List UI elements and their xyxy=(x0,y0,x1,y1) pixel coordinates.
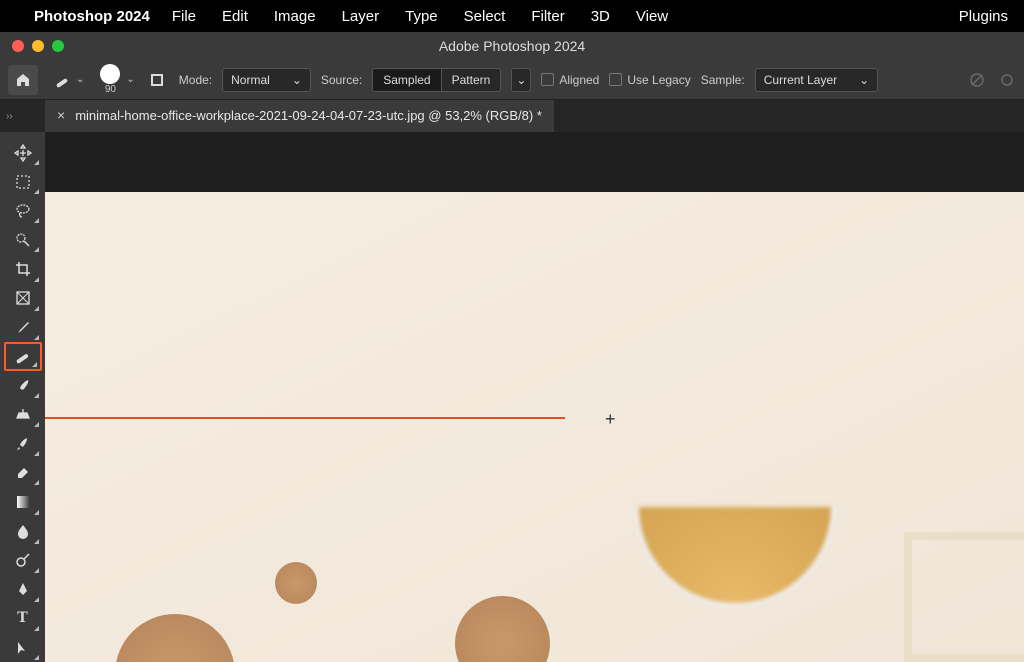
marquee-icon xyxy=(15,174,31,190)
tab-close-button[interactable]: × xyxy=(57,107,65,123)
image-object xyxy=(904,532,1024,662)
menu-file[interactable]: File xyxy=(172,8,196,25)
pen-tool[interactable] xyxy=(4,575,42,604)
healing-brush-tool[interactable] xyxy=(4,342,42,371)
aligned-label: Aligned xyxy=(559,73,599,87)
dodge-icon xyxy=(14,551,32,569)
toolbar: T xyxy=(0,132,45,662)
document-tab[interactable]: × minimal-home-office-workplace-2021-09-… xyxy=(45,100,554,132)
brush-preset-picker[interactable]: 90 xyxy=(100,64,120,95)
collapse-handle-icon[interactable]: ›› xyxy=(6,111,13,122)
image-object xyxy=(275,562,317,604)
menu-image[interactable]: Image xyxy=(274,8,316,25)
lasso-tool[interactable] xyxy=(4,196,42,225)
tool-preset-picker[interactable]: ⌄ xyxy=(48,69,90,91)
image-object xyxy=(635,507,835,607)
menu-edit[interactable]: Edit xyxy=(222,8,248,25)
healing-brush-icon xyxy=(14,347,32,365)
eyedropper-tool[interactable] xyxy=(4,313,42,342)
source-toggle-group: Sampled Pattern xyxy=(372,68,501,92)
healing-brush-icon xyxy=(54,71,72,89)
legacy-checkbox[interactable] xyxy=(609,73,622,86)
traffic-lights xyxy=(12,40,64,52)
image-object xyxy=(455,596,550,662)
clone-stamp-tool[interactable] xyxy=(4,400,42,429)
minimize-window-button[interactable] xyxy=(32,40,44,52)
menu-plugins[interactable]: Plugins xyxy=(959,8,1008,25)
aligned-checkbox[interactable] xyxy=(541,73,554,86)
mode-label: Mode: xyxy=(179,73,212,87)
marquee-tool[interactable] xyxy=(4,167,42,196)
source-pattern-button[interactable]: Pattern xyxy=(441,68,502,92)
pressure-size-icon[interactable] xyxy=(998,71,1016,89)
titlebar: Adobe Photoshop 2024 xyxy=(0,32,1024,60)
blur-tool[interactable] xyxy=(4,517,42,546)
source-label: Source: xyxy=(321,73,362,87)
quick-select-icon xyxy=(14,231,32,249)
type-tool[interactable]: T xyxy=(4,604,42,633)
window-title: Adobe Photoshop 2024 xyxy=(439,38,585,54)
mode-value: Normal xyxy=(231,73,270,87)
brush-panel-icon xyxy=(148,71,166,89)
quick-select-tool[interactable] xyxy=(4,225,42,254)
menu-view[interactable]: View xyxy=(636,8,668,25)
home-button[interactable] xyxy=(8,65,38,95)
source-sampled-button[interactable]: Sampled xyxy=(372,68,440,92)
app-name[interactable]: Photoshop 2024 xyxy=(34,8,150,25)
menubar: Photoshop 2024 File Edit Image Layer Typ… xyxy=(0,0,1024,32)
sample-label: Sample: xyxy=(701,73,745,87)
history-brush-tool[interactable] xyxy=(4,429,42,458)
gradient-tool[interactable] xyxy=(4,487,42,516)
path-select-tool[interactable] xyxy=(4,633,42,662)
legacy-label: Use Legacy xyxy=(627,73,690,87)
close-window-button[interactable] xyxy=(12,40,24,52)
path-select-icon xyxy=(15,640,31,656)
frame-icon xyxy=(15,290,31,306)
home-icon xyxy=(15,72,31,88)
menu-layer[interactable]: Layer xyxy=(342,8,380,25)
eraser-icon xyxy=(14,464,32,482)
crop-tool[interactable] xyxy=(4,254,42,283)
dodge-tool[interactable] xyxy=(4,546,42,575)
eraser-tool[interactable] xyxy=(4,458,42,487)
move-icon xyxy=(14,144,32,162)
sample-value: Current Layer xyxy=(764,73,837,87)
lasso-icon xyxy=(14,202,32,220)
sample-dropdown[interactable]: Current Layer xyxy=(755,68,878,92)
tabbar: ›› × minimal-home-office-workplace-2021-… xyxy=(0,100,1024,132)
move-tool[interactable] xyxy=(4,138,42,167)
tab-title: minimal-home-office-workplace-2021-09-24… xyxy=(75,108,542,123)
pattern-picker[interactable] xyxy=(511,68,531,92)
image-object xyxy=(115,614,235,662)
menu-3d[interactable]: 3D xyxy=(591,8,610,25)
crop-icon xyxy=(14,260,32,278)
brush-size-value: 90 xyxy=(105,84,116,95)
menu-select[interactable]: Select xyxy=(464,8,506,25)
mode-dropdown[interactable]: Normal xyxy=(222,68,311,92)
annotation-line xyxy=(45,417,565,419)
brush-settings-button[interactable] xyxy=(145,68,169,92)
options-bar: ⌄ 90 ⌄ Mode: Normal Source: Sampled Patt… xyxy=(0,60,1024,100)
brush-icon xyxy=(14,377,32,395)
cursor-crosshair-icon: + xyxy=(605,409,625,429)
blur-icon xyxy=(14,522,32,540)
maximize-window-button[interactable] xyxy=(52,40,64,52)
gradient-icon xyxy=(15,494,31,510)
frame-tool[interactable] xyxy=(4,284,42,313)
history-brush-icon xyxy=(14,435,32,453)
ignore-adjustment-icon[interactable] xyxy=(968,71,986,89)
menu-type[interactable]: Type xyxy=(405,8,438,25)
brush-tool[interactable] xyxy=(4,371,42,400)
eyedropper-icon xyxy=(14,318,32,336)
type-icon: T xyxy=(17,609,28,627)
clone-stamp-icon xyxy=(14,406,32,424)
canvas-image: + xyxy=(45,192,1024,662)
pen-icon xyxy=(14,580,32,598)
menu-filter[interactable]: Filter xyxy=(531,8,564,25)
canvas[interactable]: + xyxy=(45,132,1024,662)
brush-preview-icon xyxy=(100,64,120,84)
